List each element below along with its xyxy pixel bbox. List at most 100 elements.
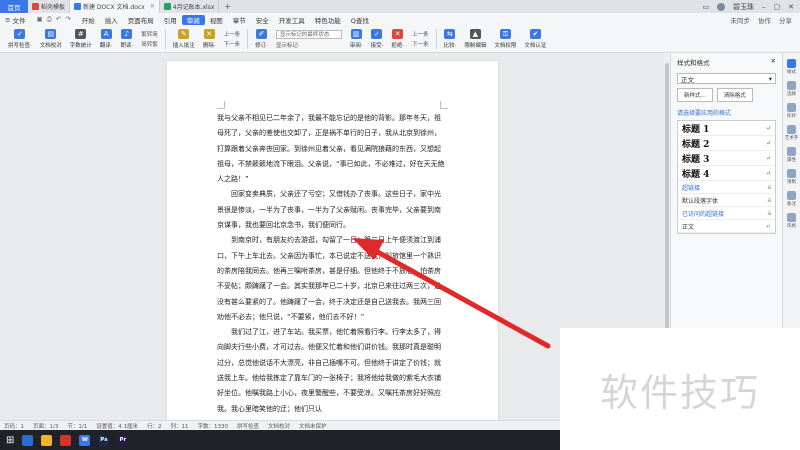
show-markup-button[interactable]: 显示标记· — [276, 41, 342, 49]
search-icon[interactable] — [22, 434, 34, 446]
document-body[interactable]: 我与父亲不相见已二年余了，我最不能忘记的是他的背影。那年冬天，祖母死了，父亲的差… — [217, 111, 447, 417]
button-label: 文档认证 — [524, 43, 547, 49]
print-icon[interactable]: ⎙ — [47, 15, 52, 24]
word-count-icon: # — [75, 29, 87, 39]
premiere-icon[interactable]: Pr — [117, 434, 129, 446]
paragraph[interactable]: 回家变卖典质，父亲还了亏空；又借钱办了丧事。这些日子，家中光景很是惨淡，一半为了… — [217, 187, 447, 233]
style-visited-link[interactable]: 已访问的超链接 a — [678, 207, 775, 220]
insert-comment-button[interactable]: ✎ 插入批注 — [169, 29, 199, 49]
search-box[interactable]: Q查找 — [346, 15, 374, 25]
undo-icon[interactable]: ↶ — [56, 15, 61, 24]
rail-wordart[interactable]: 艺术字 — [783, 125, 800, 141]
reject-button[interactable]: ✕ 拒绝· — [387, 29, 408, 49]
paragraph-mark-icon: ↵ — [765, 222, 771, 230]
style-heading-4[interactable]: 标题 4 ↵ — [678, 166, 775, 181]
document-page[interactable]: 我与父亲不相见已二年余了，我最不能忘记的是他的背影。那年冬天，祖母死了，父亲的差… — [167, 61, 498, 420]
menu-developer[interactable]: 开发工具 — [274, 15, 310, 25]
layout-icon[interactable]: ▭ — [702, 3, 709, 11]
paragraph[interactable]: 到南京时，有朋友约去游逛，勾留了一日；第二日上午便须渡江到浦口，下午上车北去。父… — [217, 233, 447, 325]
restrict-editing-button[interactable]: ▲ 限制编辑 — [460, 29, 490, 49]
markup-display-select[interactable]: 显示标记的最终状态 — [275, 29, 342, 39]
style-normal[interactable]: 正文 ↵ — [678, 220, 775, 233]
scrollbar-thumb[interactable] — [665, 63, 669, 333]
doc-certify-button[interactable]: ✔ 文档认证 — [520, 29, 550, 49]
sync-status[interactable]: 未同步 — [731, 15, 751, 25]
simp-to-trad-button[interactable]: 简转繁 — [141, 40, 158, 48]
menu-view[interactable]: 视图 — [205, 15, 228, 25]
maximize-icon[interactable]: ▢ — [774, 3, 781, 11]
rail-restrict[interactable]: 限制 — [783, 169, 800, 185]
windows-start-icon[interactable]: ⊞ — [6, 435, 14, 446]
menu-security[interactable]: 安全 — [251, 15, 274, 25]
close-icon[interactable]: ✕ — [788, 3, 794, 11]
rail-select[interactable]: 选择 — [783, 81, 800, 97]
style-heading-3[interactable]: 标题 3 ↵ — [678, 151, 775, 166]
minimize-icon[interactable]: – — [762, 3, 766, 11]
user-name[interactable]: 碧玉珠 — [733, 2, 754, 12]
avatar[interactable] — [717, 2, 725, 11]
photoshop-icon[interactable]: Ps — [98, 434, 110, 446]
read-aloud-button[interactable]: ♪ 朗读· — [117, 29, 138, 49]
margin-mark — [217, 101, 225, 109]
file-menu[interactable]: ≡ 文件 — [0, 15, 30, 25]
menu-review[interactable]: 审阅 — [181, 14, 205, 25]
compare-button[interactable]: ⇆ 比较· — [440, 29, 461, 49]
status-word-count[interactable]: 字数：1330 — [197, 422, 228, 430]
word-icon[interactable]: W — [79, 434, 91, 446]
next-change-button[interactable]: 下一条 — [412, 40, 429, 48]
menu-features[interactable]: 特色功能 — [310, 15, 346, 25]
status-protection[interactable]: 文档未保护 — [299, 422, 327, 430]
style-default-font[interactable]: 默认段落字体 a — [678, 194, 775, 207]
spell-check-button[interactable]: ✓ 拼写检查· — [4, 29, 36, 49]
share-button[interactable]: 分享 — [779, 15, 792, 25]
prev-comment-button[interactable]: 上一条 — [224, 30, 241, 38]
prev-change-button[interactable]: 上一条 — [412, 30, 429, 38]
save-icon[interactable]: ▣ — [36, 15, 42, 24]
paragraph[interactable]: 我们过了江，进了车站。我买票，他忙着照看行李。行李太多了，得向脚夫行些小费，才可… — [217, 325, 447, 417]
rail-backup[interactable]: 备注 — [783, 191, 800, 207]
review-pane-button[interactable]: ▥ 审阅· — [346, 29, 367, 49]
rail-properties[interactable]: 属性 — [783, 147, 800, 163]
close-panel-icon[interactable]: ✕ — [771, 57, 776, 67]
status-spell-check[interactable]: 拼写检查 — [237, 422, 259, 430]
style-hyperlink[interactable]: 超链接 a — [678, 181, 775, 194]
tab-xlsx[interactable]: 4月记账本.xlsx — [160, 0, 220, 13]
menu-start[interactable]: 开始 — [77, 15, 100, 25]
status-proofread[interactable]: 文档校对 — [268, 422, 290, 430]
redo-icon[interactable]: ↷ — [65, 15, 70, 24]
button-label: 翻译· — [99, 43, 113, 49]
rail-shapes[interactable]: 形状 — [783, 103, 800, 119]
new-style-button[interactable]: 新样式... — [677, 88, 713, 102]
file-explorer-icon[interactable] — [41, 434, 53, 446]
delete-comment-button[interactable]: ✕ 删除· — [199, 29, 220, 49]
tab-docx[interactable]: 新建 DOCX 文档.docx ✕ — [70, 0, 160, 13]
next-comment-button[interactable]: 下一条 — [224, 40, 241, 48]
menu-sections[interactable]: 章节 — [228, 15, 251, 25]
tab-daoke[interactable]: 稻壳模板 — [28, 0, 71, 13]
close-tab-icon[interactable]: ✕ — [150, 3, 155, 10]
rail-style[interactable]: 风格 — [783, 213, 800, 229]
add-tab-button[interactable]: + — [219, 0, 236, 13]
file-menu-label: 文件 — [12, 16, 26, 25]
button-label: 文档校对 — [39, 43, 62, 49]
proofread-button[interactable]: ▤ 文档校对 — [36, 29, 66, 49]
translate-button[interactable]: A 翻译· — [96, 29, 117, 49]
menu-insert[interactable]: 插入 — [100, 15, 123, 25]
style-heading-1[interactable]: 标题 1 ↵ — [678, 121, 775, 136]
doc-permission-button[interactable]: ⚿ 文档权限 — [490, 29, 520, 49]
menu-references[interactable]: 引用 — [159, 15, 182, 25]
tab-home[interactable]: 首页 — [0, 0, 28, 13]
style-label: 标题 3 — [682, 154, 710, 165]
collaborate-button[interactable]: 协作 — [758, 15, 771, 25]
rail-styles[interactable]: 样式 — [783, 59, 800, 75]
accept-button[interactable]: ✓ 接受· — [367, 29, 388, 49]
track-changes-button[interactable]: ✐ 修订· — [251, 29, 272, 49]
clear-format-button[interactable]: 清除格式 — [716, 88, 753, 102]
word-count-button[interactable]: # 字数统计 — [66, 29, 96, 49]
paragraph[interactable]: 我与父亲不相见已二年余了，我最不能忘记的是他的背影。那年冬天，祖母死了，父亲的差… — [217, 111, 447, 187]
current-style-select[interactable]: 正文 ▾ — [677, 73, 776, 84]
wps-icon[interactable] — [60, 434, 72, 446]
trad-to-simp-button[interactable]: 繁转简 — [141, 30, 158, 38]
menu-layout[interactable]: 页面布局 — [123, 15, 159, 25]
style-heading-2[interactable]: 标题 2 ↵ — [678, 136, 775, 151]
